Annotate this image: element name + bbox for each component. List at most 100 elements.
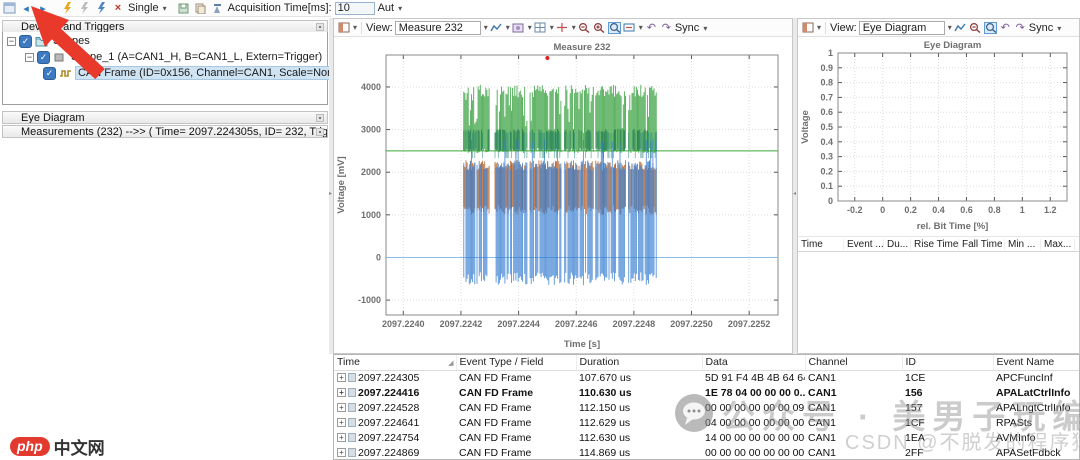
- checkbox-checked-icon[interactable]: ✓: [19, 35, 32, 48]
- expand-icon[interactable]: +: [337, 448, 346, 457]
- copy-icon[interactable]: [194, 2, 208, 15]
- sync-dropdown[interactable]: Sync ▾: [1029, 22, 1062, 34]
- undo-icon[interactable]: ↶: [999, 22, 1012, 34]
- splitter-grip-icon[interactable]: ▸: [329, 190, 332, 197]
- collapse-icon[interactable]: −: [25, 53, 34, 62]
- section-menu-button[interactable]: [316, 23, 324, 31]
- zoom-out-icon[interactable]: [578, 22, 591, 34]
- expand-icon[interactable]: +: [337, 433, 346, 442]
- cell: CAN1: [805, 370, 902, 385]
- export-icon[interactable]: [211, 2, 225, 15]
- measure-chart[interactable]: 2097.22402097.22422097.22442097.22462097…: [334, 37, 790, 351]
- column-header-data[interactable]: Data: [702, 355, 805, 370]
- chevron-down-icon: ▾: [703, 24, 707, 33]
- view-selector-combo[interactable]: Eye Diagram: [859, 21, 945, 35]
- eye-column-header[interactable]: Time: [798, 239, 844, 250]
- nav-forward-icon[interactable]: ▸: [36, 2, 50, 15]
- measurements-section-header[interactable]: Measurements (232) -->> ( Time= 2097.224…: [2, 125, 328, 138]
- eye-diagram-section-header[interactable]: Eye Diagram: [2, 111, 328, 124]
- eye-column-header[interactable]: Min ...: [1005, 239, 1041, 250]
- tree-item-scope1[interactable]: − ✓ Scope_1 (A=CAN1_H, B=CAN1_L, Extern=…: [3, 49, 327, 65]
- checkbox-checked-icon[interactable]: ✓: [43, 67, 56, 80]
- undo-icon[interactable]: ↶: [645, 22, 658, 34]
- zoom-select-icon[interactable]: [608, 22, 621, 34]
- zoom-fit-icon[interactable]: [623, 22, 636, 34]
- zoom-select-icon[interactable]: [984, 22, 997, 34]
- stop-icon[interactable]: ×: [111, 2, 125, 15]
- time-value: 2097.224754: [358, 432, 419, 444]
- trace-table[interactable]: Time◢Event Type / FieldDurationDataChann…: [334, 355, 1080, 460]
- chart-type-icon[interactable]: [490, 22, 503, 34]
- tree-item-scopes[interactable]: − ✓ Scopes: [3, 33, 327, 49]
- checkbox-checked-icon[interactable]: ✓: [37, 51, 50, 64]
- table-row[interactable]: +2097.224528CAN FD Frame112.150 us00 00 …: [334, 400, 1079, 415]
- redo-icon[interactable]: ↷: [660, 22, 673, 34]
- column-header-event-type-field[interactable]: Event Type / Field: [456, 355, 576, 370]
- auto-mode-dropdown[interactable]: Aut ▾: [378, 2, 403, 14]
- tree-item-can-frame[interactable]: ✓ CAN Frame (ID=0x156, Channel=CAN1, Sca…: [3, 65, 327, 81]
- trace-table-header-row: Time◢Event Type / FieldDurationDataChann…: [334, 355, 1079, 370]
- view-selector-combo[interactable]: Measure 232: [395, 21, 481, 35]
- layout-icon[interactable]: [337, 22, 350, 34]
- scope-window-icon[interactable]: [2, 2, 16, 15]
- section-menu-button[interactable]: [316, 128, 324, 136]
- redo-icon[interactable]: ↷: [1014, 22, 1027, 34]
- column-header-duration[interactable]: Duration: [576, 355, 702, 370]
- frame-icon: [348, 388, 356, 397]
- chevron-down-icon[interactable]: ▾: [572, 23, 576, 32]
- expand-icon[interactable]: +: [337, 388, 346, 397]
- table-row[interactable]: +2097.224416CAN FD Frame110.630 us1E 78 …: [334, 385, 1079, 400]
- eye-column-header[interactable]: Rise Time: [911, 239, 959, 250]
- collapse-icon[interactable]: −: [7, 37, 16, 46]
- chevron-down-icon[interactable]: ▾: [550, 23, 554, 32]
- eye-column-header[interactable]: Du...: [884, 239, 911, 250]
- tree-item-label: Scope_1 (A=CAN1_H, B=CAN1_L, Extern=Trig…: [69, 51, 324, 63]
- nav-back-icon[interactable]: ◂: [19, 2, 33, 15]
- cell: CAN FD Frame: [456, 385, 576, 400]
- expand-icon[interactable]: +: [337, 418, 346, 427]
- layout-icon[interactable]: [801, 22, 814, 34]
- single-mode-dropdown[interactable]: Single ▾: [128, 2, 167, 14]
- chart-type-icon[interactable]: [954, 22, 967, 34]
- trigger-armed-icon[interactable]: [60, 2, 74, 15]
- time-value: 2097.224528: [358, 402, 419, 414]
- expand-icon[interactable]: +: [337, 373, 346, 382]
- zoom-out-icon[interactable]: [969, 22, 982, 34]
- table-row[interactable]: +2097.224305CAN FD Frame107.670 us5D 91 …: [334, 370, 1079, 385]
- eye-column-header[interactable]: Max...: [1041, 239, 1075, 250]
- chevron-down-icon[interactable]: ▾: [484, 23, 488, 32]
- eye-column-header[interactable]: Event ...: [844, 239, 884, 250]
- svg-text:-1000: -1000: [358, 295, 381, 305]
- table-row[interactable]: +2097.224641CAN FD Frame112.629 us04 00 …: [334, 415, 1079, 430]
- grid-icon[interactable]: [534, 22, 547, 34]
- chevron-down-icon[interactable]: ▾: [506, 23, 510, 32]
- cell: 14 00 00 00 00 00 00 00: [702, 430, 805, 445]
- cell-time: +2097.224416: [334, 385, 456, 400]
- save-icon[interactable]: [177, 2, 191, 15]
- chevron-down-icon[interactable]: ▾: [528, 23, 532, 32]
- trigger-idle-icon[interactable]: [77, 2, 91, 15]
- eye-column-header[interactable]: Fall Time: [959, 239, 1005, 250]
- expand-icon[interactable]: +: [337, 403, 346, 412]
- chevron-down-icon[interactable]: ▾: [948, 23, 952, 32]
- cell: CAN FD Frame: [456, 415, 576, 430]
- frame-icon: [348, 433, 356, 442]
- zoom-in-icon[interactable]: [593, 22, 606, 34]
- column-header-id[interactable]: ID: [902, 355, 993, 370]
- cell: RPASts: [993, 415, 1079, 430]
- export-image-icon[interactable]: [512, 22, 525, 34]
- column-header-event-name[interactable]: Event Name: [993, 355, 1079, 370]
- trigger-run-icon[interactable]: [94, 2, 108, 15]
- column-header-time[interactable]: Time◢: [334, 355, 456, 370]
- column-header-channel[interactable]: Channel: [805, 355, 902, 370]
- eye-diagram-chart[interactable]: -0.200.20.40.60.811.200.10.20.30.40.50.6…: [798, 37, 1077, 233]
- acquisition-time-input[interactable]: [335, 2, 375, 15]
- cursor-icon[interactable]: [556, 22, 569, 34]
- sync-dropdown[interactable]: Sync ▾: [675, 22, 708, 34]
- svg-text:0.4: 0.4: [932, 205, 945, 215]
- table-row[interactable]: +2097.224754CAN FD Frame112.630 us14 00 …: [334, 430, 1079, 445]
- table-row[interactable]: +2097.224869CAN FD Frame114.869 us00 00 …: [334, 445, 1079, 460]
- chevron-down-icon[interactable]: ▾: [639, 23, 643, 32]
- splitter-grip-icon[interactable]: ◂: [793, 190, 796, 197]
- section-menu-button[interactable]: [316, 114, 324, 122]
